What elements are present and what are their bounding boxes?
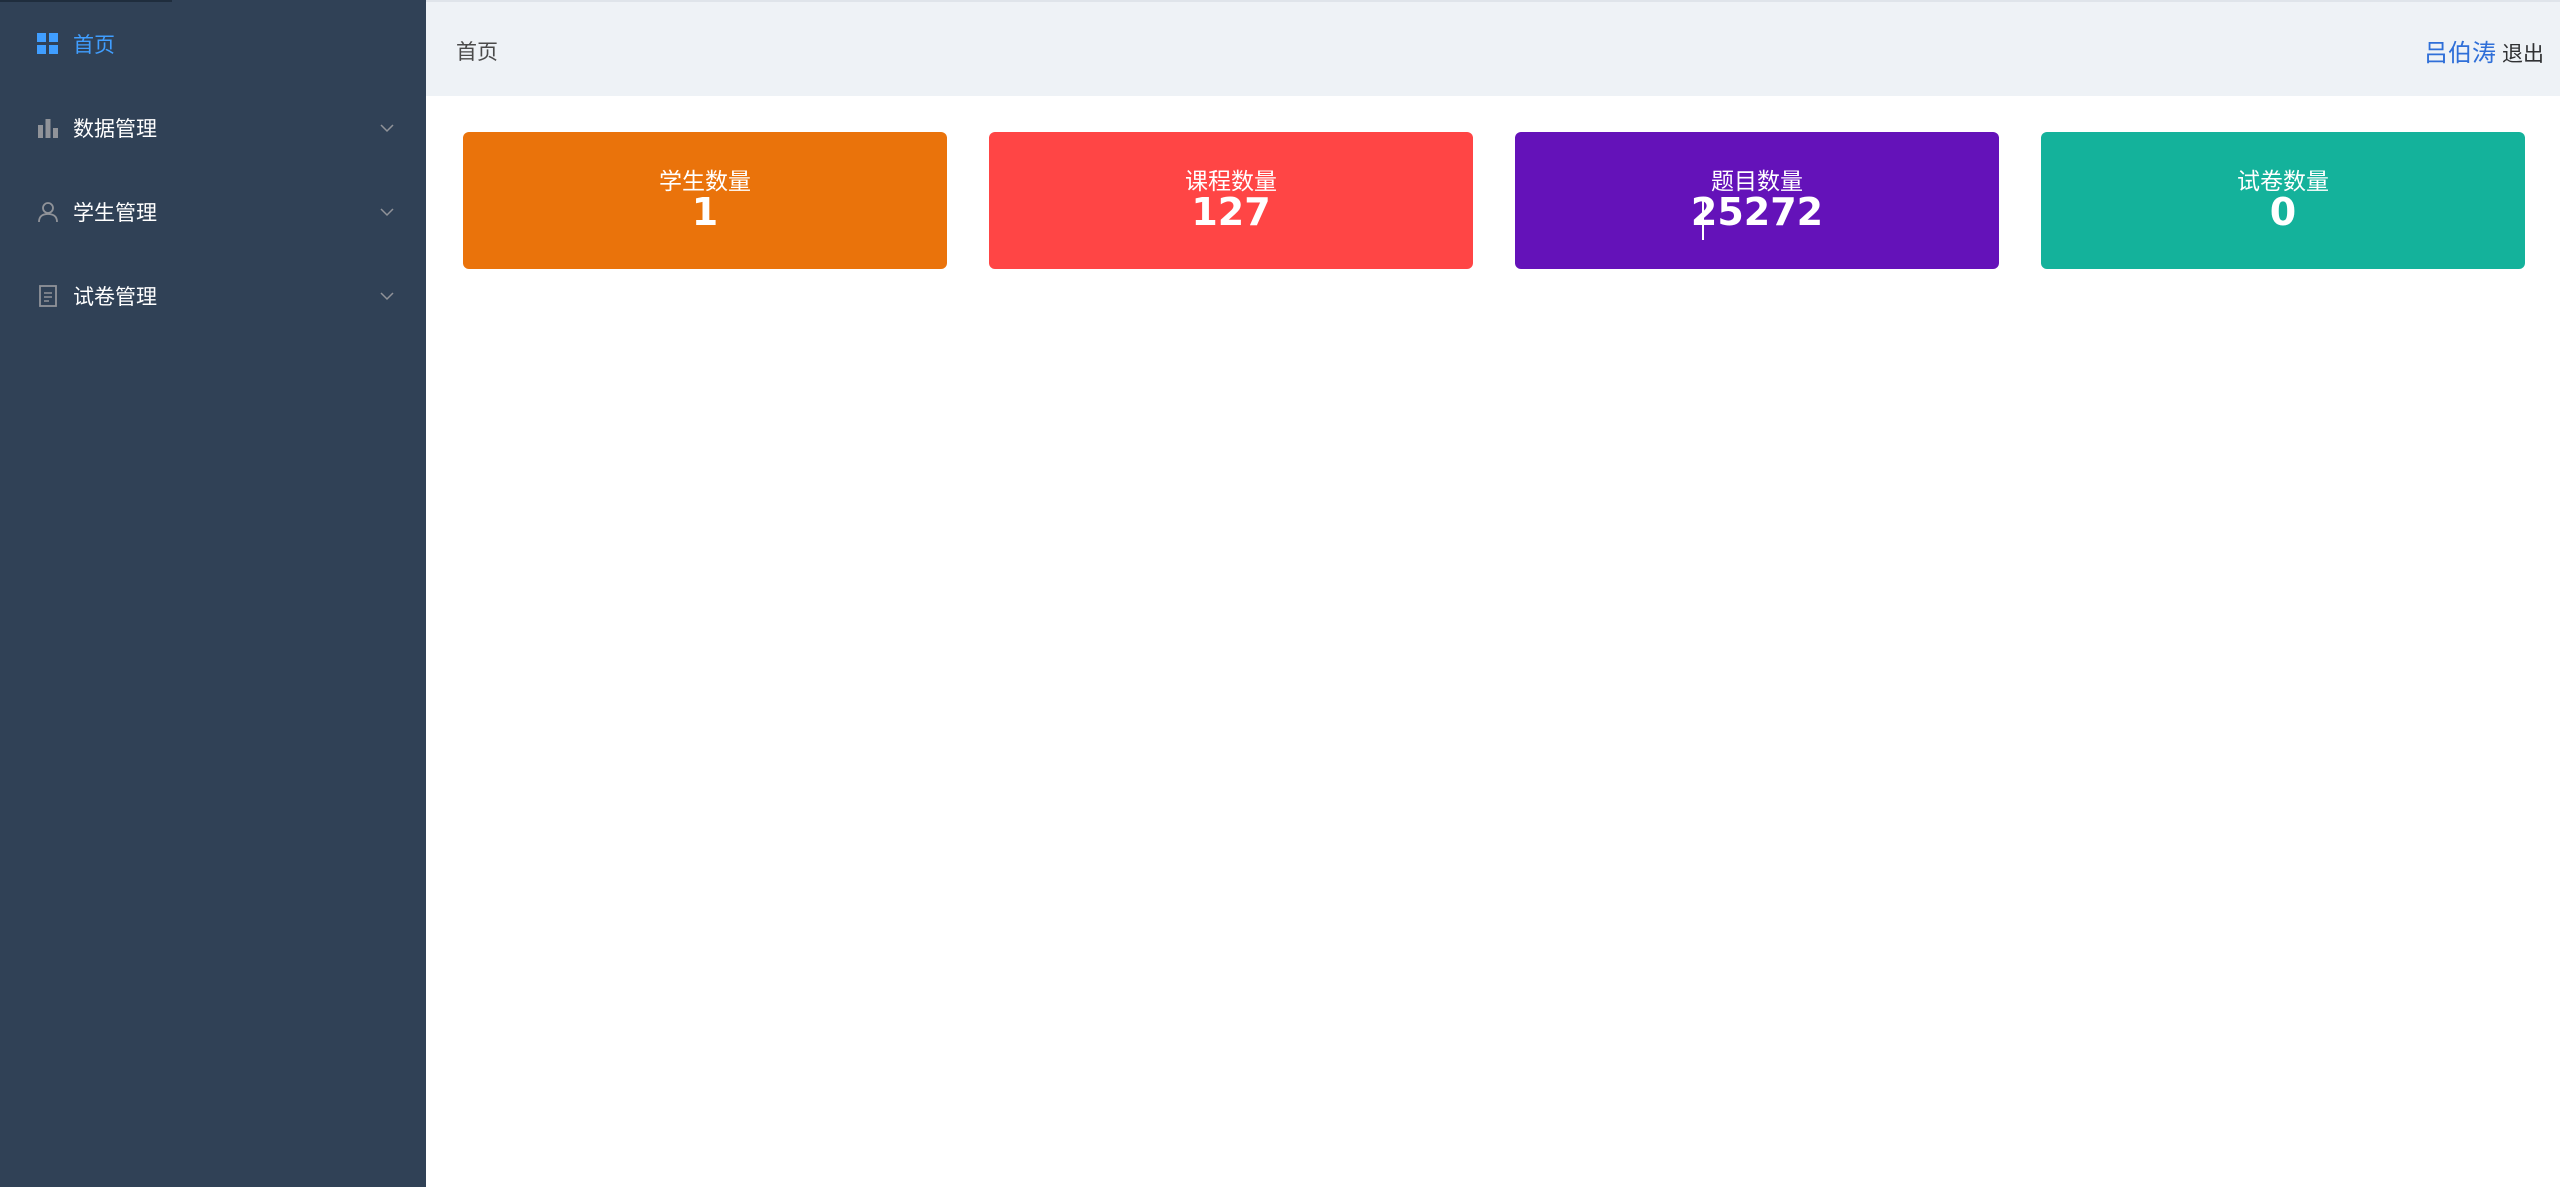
sidebar: 首页 数据管理 学生管理 试卷管理 [0, 0, 426, 1187]
chevron-down-icon[interactable] [379, 120, 395, 136]
stat-card-papers[interactable]: 试卷数量 0 [2041, 132, 2525, 269]
text-cursor [1702, 198, 1704, 240]
sidebar-item-label: 首页 [73, 33, 115, 57]
stat-card-value: 25272 [1690, 190, 1824, 234]
chevron-down-icon[interactable] [379, 204, 395, 220]
stat-card-questions[interactable]: 题目数量 25272 [1515, 132, 1999, 269]
stat-card-value: 0 [2269, 190, 2297, 234]
user-icon [36, 200, 60, 224]
top-bar: 首页 吕伯涛 退出 [426, 0, 2560, 96]
sidebar-item-exam-management[interactable]: 试卷管理 [0, 254, 426, 338]
stat-card-value: 127 [1191, 190, 1271, 234]
logout-button[interactable]: 退出 [2502, 38, 2544, 68]
sidebar-item-data-management[interactable]: 数据管理 [0, 86, 426, 170]
sidebar-item-home[interactable]: 首页 [0, 2, 426, 86]
sidebar-item-label: 数据管理 [73, 117, 157, 141]
stat-card-value: 1 [691, 190, 719, 234]
chevron-down-icon[interactable] [379, 288, 395, 304]
user-name[interactable]: 吕伯涛 [2424, 33, 2496, 68]
breadcrumb[interactable]: 首页 [456, 36, 498, 66]
stat-card-students[interactable]: 学生数量 1 [463, 132, 947, 269]
sidebar-item-label: 试卷管理 [73, 285, 157, 309]
grid-icon [36, 32, 60, 56]
stat-card-courses[interactable]: 课程数量 127 [989, 132, 1473, 269]
sidebar-item-label: 学生管理 [73, 201, 157, 225]
sidebar-item-student-management[interactable]: 学生管理 [0, 170, 426, 254]
bar-chart-icon [36, 116, 60, 140]
document-icon [36, 284, 60, 308]
